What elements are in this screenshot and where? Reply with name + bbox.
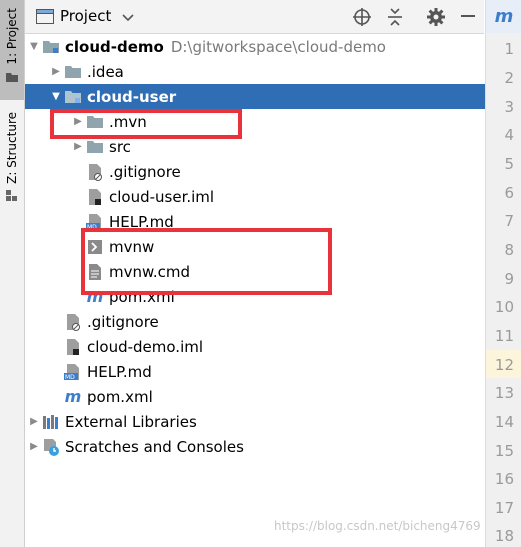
line-number: 17: [494, 499, 514, 517]
markdown-file-icon: MD: [63, 363, 83, 381]
project-view-icon: [36, 9, 54, 24]
line-number: 10: [494, 298, 514, 316]
tree-item-pom-xml[interactable]: m pom.xml: [25, 384, 521, 409]
tool-window-strip: 1: Project Z: Structure: [0, 0, 25, 547]
expand-arrow-icon[interactable]: ▼: [27, 41, 41, 52]
line-number: 6: [504, 184, 514, 202]
project-panel: Project ▼ cloud-demo D:\gitworkspace\clo…: [25, 0, 508, 547]
tree-item-label: .gitignore: [109, 162, 181, 181]
collapse-all-icon[interactable]: [387, 8, 403, 26]
structure-tab-label: Z: Structure: [5, 112, 19, 184]
project-panel-header: Project: [25, 0, 484, 34]
expand-arrow-icon[interactable]: ▶: [71, 141, 85, 152]
line-number: 15: [494, 442, 514, 460]
line-number: 12: [494, 356, 514, 374]
line-number: 1: [504, 40, 514, 58]
tree-item-cloud-user[interactable]: ▼ cloud-user: [25, 84, 508, 109]
editor-tab-maven[interactable]: m: [486, 0, 521, 33]
expand-arrow-icon[interactable]: ▶: [27, 441, 41, 452]
tree-item-label: cloud-demo.iml: [87, 337, 204, 356]
tree-item-label: cloud-user: [87, 87, 177, 106]
module-folder-icon: [63, 88, 83, 106]
line-number: 13: [494, 384, 514, 402]
tree-item-gitignore[interactable]: .gitignore: [25, 309, 521, 334]
module-folder-icon: [41, 38, 61, 56]
svg-text:MD: MD: [65, 374, 75, 381]
tree-item-label: cloud-demo: [65, 37, 164, 56]
minimize-icon[interactable]: [461, 15, 475, 19]
tree-item-label: Scratches and Consoles: [65, 437, 244, 456]
project-tab-label: 1: Project: [5, 8, 19, 65]
tree-item-label: pom.xml: [87, 387, 153, 406]
tree-item-label: .idea: [87, 62, 124, 81]
tree-item-cloud-user-iml[interactable]: cloud-user.iml: [25, 184, 521, 209]
tree-item-cloud-demo-iml[interactable]: cloud-demo.iml: [25, 334, 521, 359]
iml-file-icon: [85, 188, 105, 206]
line-number: 5: [504, 155, 514, 173]
locate-icon[interactable]: [353, 8, 371, 26]
tree-item-label: .gitignore: [87, 312, 159, 331]
folder-icon: [85, 138, 105, 156]
highlight-box-mvn: [50, 109, 242, 139]
line-number: 18: [494, 527, 514, 545]
folder-icon: [63, 63, 83, 81]
editor-gutter: m 1 2 3 4 5 6 7 8 9 10 11 12 13 14 15 16…: [485, 0, 521, 547]
chevron-down-icon[interactable]: [122, 14, 134, 22]
tree-item-label: HELP.md: [87, 362, 152, 381]
line-number: 9: [504, 270, 514, 288]
tree-item-label: src: [109, 137, 131, 156]
gear-icon[interactable]: [427, 8, 445, 26]
tree-item-external-libraries[interactable]: ▶ External Libraries: [25, 409, 486, 434]
tree-item-cloud-demo[interactable]: ▼ cloud-demo D:\gitworkspace\cloud-demo: [25, 34, 486, 59]
structure-tool-tab[interactable]: Z: Structure: [0, 112, 24, 212]
line-number: 2: [504, 69, 514, 87]
tree-item-help-md[interactable]: MD HELP.md: [25, 359, 521, 384]
expand-arrow-icon[interactable]: ▶: [27, 416, 41, 427]
tree-item-scratches[interactable]: ▶ Scratches and Consoles: [25, 434, 486, 459]
tree-item-path: D:\gitworkspace\cloud-demo: [170, 37, 386, 56]
line-number: 11: [494, 327, 514, 345]
watermark: https://blog.csdn.net/bicheng4769: [274, 519, 481, 533]
iml-file-icon: [63, 338, 83, 356]
tree-item-gitignore[interactable]: .gitignore: [25, 159, 521, 184]
tree-item-label: cloud-user.iml: [109, 187, 215, 206]
project-folder-icon: [6, 72, 18, 82]
scratches-icon: [41, 438, 61, 456]
line-number: 4: [504, 126, 514, 144]
structure-icon: [6, 189, 17, 201]
gitignore-file-icon: [85, 163, 105, 181]
tree-item-label: External Libraries: [65, 412, 197, 431]
line-number: 14: [494, 413, 514, 431]
expand-arrow-icon[interactable]: ▼: [49, 91, 63, 102]
line-number: 3: [504, 98, 514, 116]
maven-icon: m: [494, 6, 514, 27]
project-tool-tab[interactable]: 1: Project: [0, 0, 24, 100]
expand-arrow-icon[interactable]: ▶: [49, 66, 63, 77]
line-number: 16: [494, 470, 514, 488]
maven-icon: m: [64, 387, 82, 406]
tree-item-idea[interactable]: ▶ .idea: [25, 59, 508, 84]
libraries-icon: [41, 413, 61, 431]
line-number: 7: [504, 212, 514, 230]
highlight-box-mvnw: [81, 228, 332, 295]
line-number: 8: [504, 241, 514, 259]
gitignore-file-icon: [63, 313, 83, 331]
project-view-title[interactable]: Project: [60, 7, 111, 25]
